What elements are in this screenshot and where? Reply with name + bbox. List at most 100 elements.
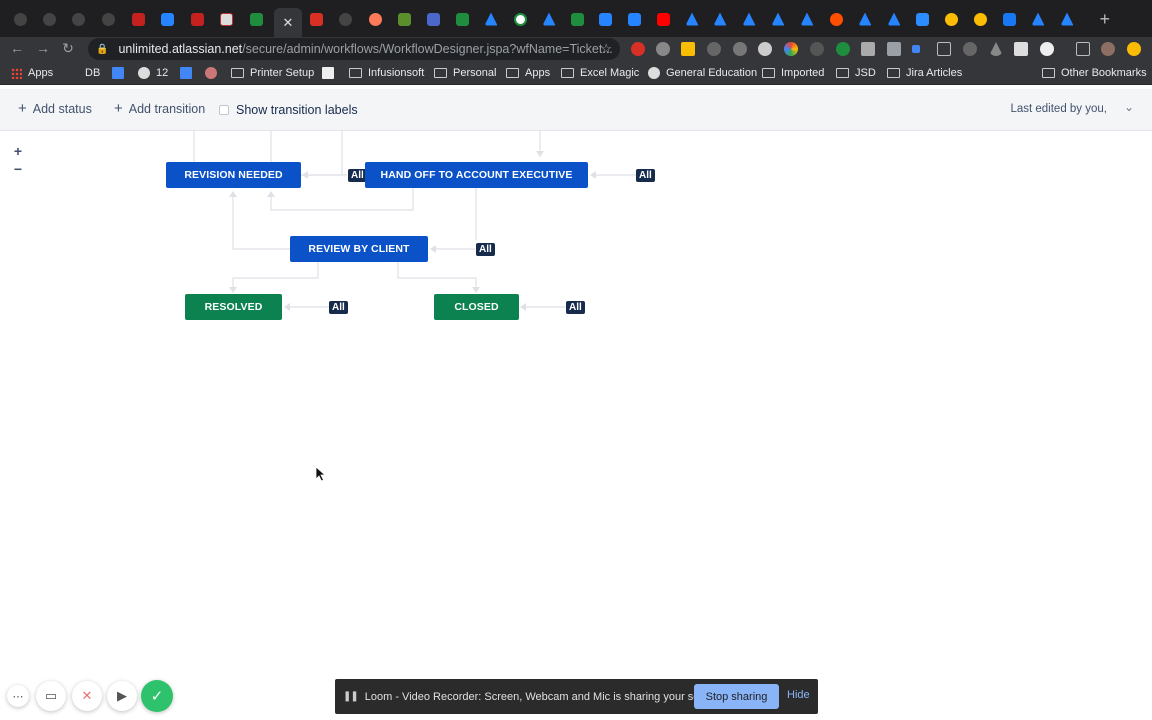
all-transition-badge[interactable]: All: [636, 169, 655, 182]
loom-finish-button[interactable]: ✓: [141, 680, 173, 712]
add-transition-button[interactable]: + Add transition: [114, 101, 205, 116]
tab[interactable]: [333, 8, 357, 30]
status-closed[interactable]: CLOSED: [434, 294, 519, 320]
tab[interactable]: [1055, 8, 1079, 30]
status-hand-off-to-account-executive[interactable]: HAND OFF TO ACCOUNT EXECUTIVE: [365, 162, 588, 188]
bookmark-apps[interactable]: Apps: [11, 67, 53, 79]
extension-icon[interactable]: [1127, 42, 1141, 56]
tab[interactable]: [680, 8, 704, 30]
extension-icon[interactable]: [861, 42, 875, 56]
extension-icon[interactable]: [631, 42, 645, 56]
bookmark-star-icon[interactable]: ☆: [600, 41, 612, 57]
forward-arrow-icon[interactable]: →: [34, 40, 52, 56]
bookmark-bar-chart[interactable]: [180, 67, 198, 79]
bookmark-infusionsoft[interactable]: Infusionsoft: [349, 67, 424, 79]
new-tab-icon[interactable]: +: [1099, 10, 1110, 28]
bookmark-excel-magic[interactable]: Excel Magic: [561, 67, 639, 79]
bookmark-chart[interactable]: [112, 67, 130, 79]
extension-icon[interactable]: [1040, 42, 1054, 56]
bookmark-jira-articles[interactable]: Jira Articles: [887, 67, 962, 79]
tab[interactable]: [421, 8, 445, 30]
status-revision-needed[interactable]: REVISION NEEDED: [166, 162, 301, 188]
tab[interactable]: [651, 8, 675, 30]
checkbox-icon[interactable]: [219, 105, 229, 115]
tab[interactable]: [853, 8, 877, 30]
tab[interactable]: [96, 8, 120, 30]
extension-icon[interactable]: [707, 42, 721, 56]
hide-button[interactable]: Hide: [787, 689, 810, 701]
tab[interactable]: [392, 8, 416, 30]
tab[interactable]: [910, 8, 934, 30]
status-resolved[interactable]: RESOLVED: [185, 294, 282, 320]
tab[interactable]: [622, 8, 646, 30]
extension-icon[interactable]: [810, 42, 824, 56]
tab[interactable]: [37, 8, 61, 30]
chevron-double-down-icon[interactable]: ⌄: [1124, 100, 1134, 114]
status-review-by-client[interactable]: REVIEW BY CLIENT: [290, 236, 428, 262]
extension-icon[interactable]: [784, 42, 798, 56]
show-transition-labels-checkbox[interactable]: Show transition labels: [219, 103, 358, 117]
bookmark-personal[interactable]: Personal: [434, 67, 496, 79]
bookmark-general-education[interactable]: General Education: [648, 67, 757, 79]
tab[interactable]: [8, 8, 32, 30]
tab[interactable]: [795, 8, 819, 30]
bookmark-imported[interactable]: Imported: [762, 67, 824, 79]
tab[interactable]: [766, 8, 790, 30]
cast-icon[interactable]: [1076, 42, 1090, 56]
loom-cancel-button[interactable]: ✕: [72, 681, 102, 711]
extension-icon[interactable]: [1014, 42, 1028, 56]
all-transition-badge[interactable]: All: [566, 301, 585, 314]
extension-icon[interactable]: [656, 42, 670, 56]
tab[interactable]: [593, 8, 617, 30]
bookmark-app[interactable]: [205, 67, 223, 79]
address-bar[interactable]: 🔒 unlimited.atlassian.net /secure/admin/…: [88, 38, 620, 60]
extension-icon[interactable]: [963, 42, 977, 56]
extension-icon[interactable]: [733, 42, 747, 56]
extension-icon[interactable]: [887, 42, 901, 56]
close-tab-icon[interactable]: ✕: [283, 15, 294, 31]
reload-icon[interactable]: ↻: [59, 40, 77, 57]
extension-icon[interactable]: [836, 42, 850, 56]
extension-icon[interactable]: [681, 42, 695, 56]
tab[interactable]: [363, 8, 387, 30]
bookmark-calendar[interactable]: [322, 67, 340, 79]
tab[interactable]: [450, 8, 474, 30]
all-transition-badge[interactable]: All: [329, 301, 348, 314]
tab[interactable]: [1026, 8, 1050, 30]
all-transition-badge[interactable]: All: [348, 169, 367, 182]
tab[interactable]: [185, 8, 209, 30]
add-status-button[interactable]: + Add status: [18, 101, 92, 116]
tab[interactable]: [126, 8, 150, 30]
tab[interactable]: [968, 8, 992, 30]
bookmark-12[interactable]: 12: [138, 67, 168, 79]
tab[interactable]: [997, 8, 1021, 30]
tab[interactable]: [66, 8, 90, 30]
bookmark-printer-setup[interactable]: Printer Setup: [231, 67, 314, 79]
bookmark-jsd[interactable]: JSD: [836, 67, 876, 79]
all-transition-badge[interactable]: All: [476, 243, 495, 256]
bookmark-db[interactable]: DB: [85, 67, 100, 79]
extension-icon[interactable]: [937, 42, 951, 56]
tab[interactable]: [508, 8, 532, 30]
loom-more-button[interactable]: ⋯: [7, 685, 29, 707]
tab[interactable]: [565, 8, 589, 30]
tab[interactable]: [939, 8, 963, 30]
extension-icon[interactable]: [912, 45, 920, 53]
bookmark-other-bookmarks[interactable]: Other Bookmarks: [1042, 67, 1147, 79]
back-arrow-icon[interactable]: ←: [8, 40, 26, 56]
tab[interactable]: [244, 8, 268, 30]
loom-pause-button[interactable]: ▶: [107, 681, 137, 711]
extension-icon[interactable]: [758, 42, 772, 56]
loom-camera-button[interactable]: ▭: [36, 681, 66, 711]
tab[interactable]: [737, 8, 761, 30]
tab[interactable]: [708, 8, 732, 30]
tab[interactable]: [824, 8, 848, 30]
bookmark-apps-folder[interactable]: Apps: [506, 67, 550, 79]
extension-icon[interactable]: [989, 42, 1003, 56]
workflow-canvas[interactable]: + − REVISION NEEDED All HAND OFF TO ACCO…: [0, 131, 1152, 720]
tab[interactable]: [304, 8, 328, 30]
tab-active[interactable]: ✕: [274, 8, 302, 37]
tab[interactable]: [537, 8, 561, 30]
stop-sharing-button[interactable]: Stop sharing: [694, 684, 779, 709]
tab[interactable]: [214, 8, 238, 30]
